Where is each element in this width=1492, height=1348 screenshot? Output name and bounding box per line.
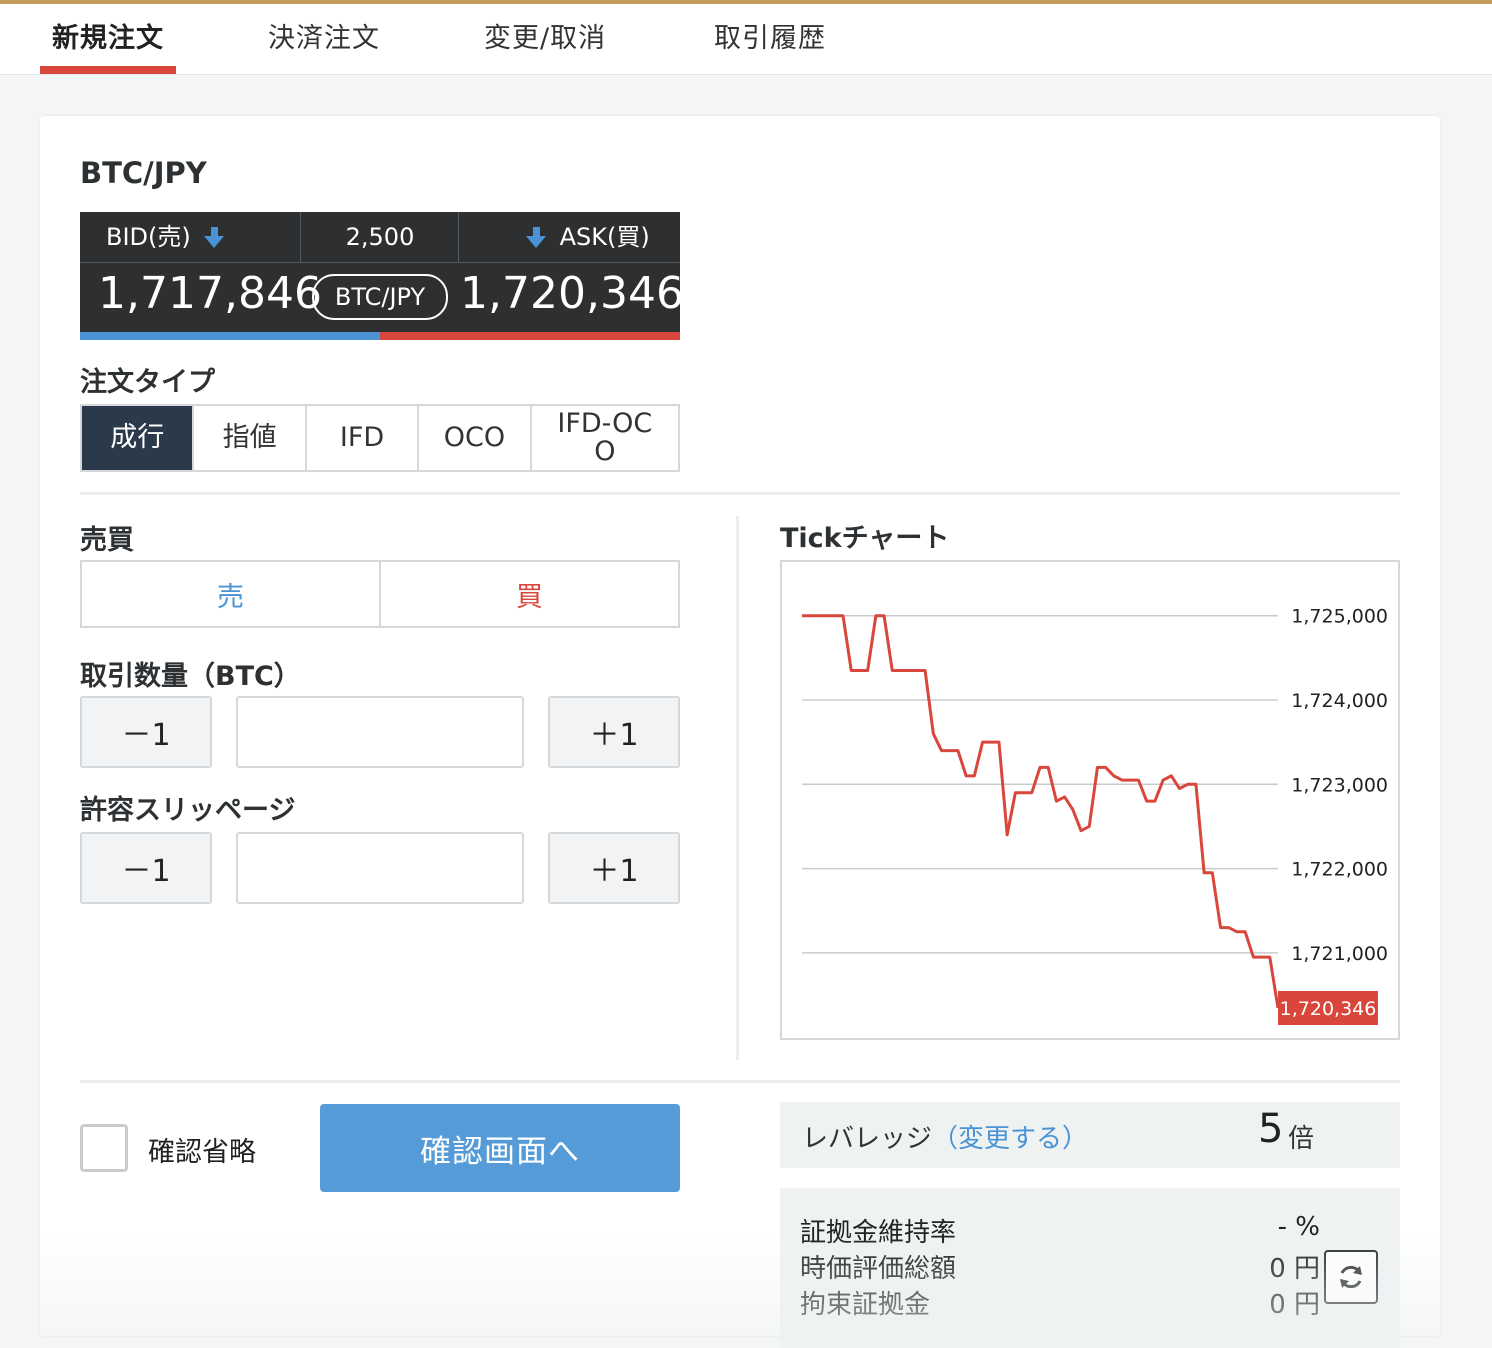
tab-bar: 新規注文 決済注文 変更/取消 取引履歴 — [0, 4, 1492, 75]
margin-row: 証拠金維持率 - % — [800, 1212, 1320, 1249]
slippage-decrement-button[interactable]: －1 — [80, 832, 212, 904]
order-type-selector: 成行 指値 IFD OCO IFD-OCO — [80, 404, 680, 472]
y-tick-label: 1,722,000 — [1291, 859, 1388, 881]
quantity-input[interactable] — [236, 696, 524, 768]
tick-chart: 1,725,000 1,724,000 1,723,000 1,722,000 1,72… — [780, 560, 1400, 1040]
divider — [80, 492, 1400, 495]
spread-value: 2,500 — [345, 223, 415, 251]
y-tick-label: 1,725,000 — [1291, 606, 1388, 628]
quantity-label: 取引数量（BTC） — [80, 661, 301, 692]
buy-sell-label: 売買 — [80, 525, 134, 556]
margin-row: 拘束証拠金 0 円 — [800, 1284, 1320, 1321]
leverage-change-link[interactable]: （変更する） — [932, 1124, 1088, 1154]
leverage-unit: 倍 — [1288, 1124, 1315, 1154]
order-type-limit[interactable]: 指値 — [194, 406, 307, 470]
order-type-ifd-oco[interactable]: IFD-OCO — [532, 406, 678, 470]
price-series-line — [802, 614, 1280, 1009]
y-tick-label: 1,724,000 — [1291, 690, 1388, 712]
margin-value: 0 円 — [1269, 1290, 1320, 1320]
bid-price[interactable]: 1,717,846 — [98, 268, 322, 319]
price-ticker: BID(売) 2,500 ASK(買) 1,717,846 BTC/JPY 1,… — [80, 212, 684, 340]
y-tick-label: 1,723,000 — [1291, 774, 1388, 796]
divider — [80, 1080, 1400, 1083]
active-tab-indicator — [40, 66, 176, 74]
margin-summary: 証拠金維持率 - % 時価評価総額 0 円 拘束証拠金 0 円 — [780, 1188, 1400, 1348]
margin-label: 拘束証拠金 — [800, 1290, 931, 1320]
quantity-decrement-button[interactable]: －1 — [80, 696, 212, 768]
skip-confirm-checkbox[interactable] — [80, 1124, 128, 1172]
confirm-screen-button[interactable]: 確認画面へ — [320, 1104, 680, 1192]
skip-confirm-label[interactable]: 確認省略 — [148, 1130, 256, 1169]
ask-header: ASK(買) — [520, 212, 650, 262]
margin-row: 時価評価総額 0 円 — [800, 1248, 1320, 1285]
buy-sell-toggle: 売 買 — [80, 560, 680, 628]
leverage-panel: レバレッジ（変更する） 5 倍 — [780, 1102, 1400, 1168]
down-arrow-icon — [204, 227, 225, 249]
ask-price[interactable]: 1,720,346 — [460, 268, 684, 319]
tick-chart-svg: 1,725,000 1,724,000 1,723,000 1,722,000 1,72… — [802, 606, 1388, 1025]
margin-label: 証拠金維持率 — [800, 1218, 957, 1248]
leverage-value: 5 — [1258, 1106, 1284, 1152]
refresh-icon[interactable] — [1324, 1250, 1378, 1304]
current-price-label: 1,720,346 — [1280, 998, 1377, 1020]
ticker-header: BID(売) 2,500 ASK(買) — [80, 212, 680, 263]
tab-settlement-order[interactable]: 決済注文 — [268, 16, 380, 55]
down-arrow-icon — [526, 227, 546, 249]
leverage-label: レバレッジ（変更する） — [802, 1124, 1089, 1154]
tab-new-order[interactable]: 新規注文 — [52, 16, 164, 55]
tick-chart-title: Tickチャート — [780, 523, 950, 554]
y-tick-label: 1,721,000 — [1291, 943, 1388, 965]
tab-trade-history[interactable]: 取引履歴 — [714, 16, 826, 55]
quantity-increment-button[interactable]: ＋1 — [548, 696, 680, 768]
slippage-input[interactable] — [236, 832, 524, 904]
order-type-oco[interactable]: OCO — [419, 406, 532, 470]
order-type-market[interactable]: 成行 — [82, 406, 195, 470]
margin-label: 時価評価総額 — [800, 1254, 957, 1284]
margin-value: 0 円 — [1269, 1254, 1320, 1284]
order-type-label: 注文タイプ — [80, 367, 215, 398]
buy-button[interactable]: 買 — [381, 562, 678, 626]
pair-title: BTC/JPY — [80, 156, 207, 190]
slippage-label: 許容スリッページ — [80, 795, 296, 826]
bid-header: BID(売) — [106, 212, 230, 262]
bid-label: BID(売) — [106, 223, 191, 251]
margin-value: - % — [1277, 1212, 1320, 1242]
ask-label: ASK(買) — [559, 223, 650, 251]
tab-modify-cancel[interactable]: 変更/取消 — [484, 16, 606, 55]
order-type-ifd[interactable]: IFD — [307, 406, 420, 470]
ask-bar — [380, 332, 680, 340]
order-panel: BTC/JPY BID(売) 2,500 ASK(買) 1,717,846 BT… — [40, 116, 1440, 1348]
column-divider — [736, 516, 739, 1060]
bid-bar — [80, 332, 380, 340]
slippage-increment-button[interactable]: ＋1 — [548, 832, 680, 904]
sell-button[interactable]: 売 — [82, 562, 381, 626]
pair-pill: BTC/JPY — [312, 274, 448, 320]
